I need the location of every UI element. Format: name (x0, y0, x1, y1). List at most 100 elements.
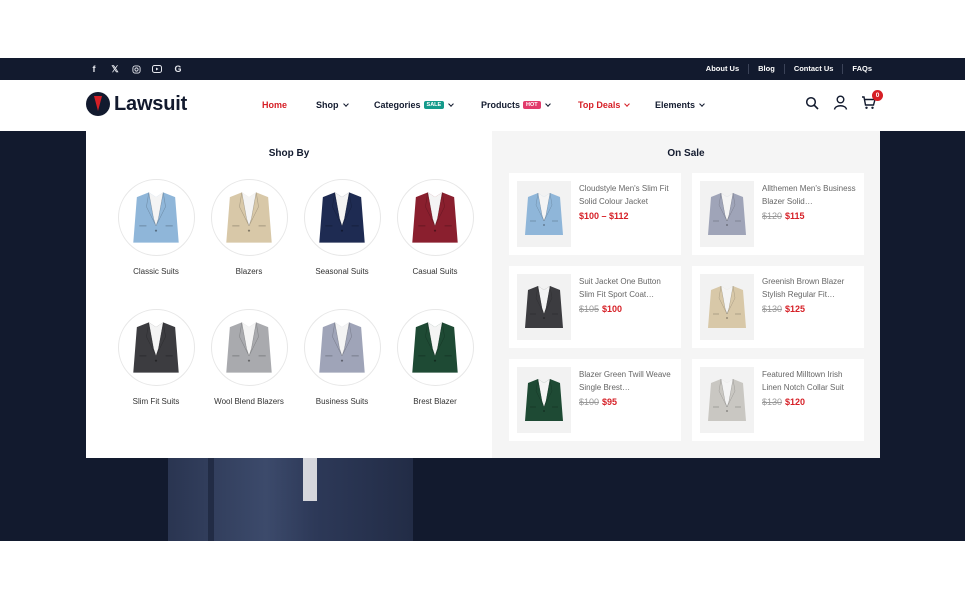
old-price: $120 (762, 211, 783, 221)
product-image[interactable] (700, 367, 754, 433)
category-image (396, 179, 474, 256)
nav-shop[interactable]: Shop (316, 100, 349, 110)
product-price: $100 – $112 (579, 211, 629, 221)
nav-home[interactable]: Home (262, 100, 287, 110)
product-name[interactable]: Cloudstyle Men's Slim Fit Solid Colour J… (579, 182, 675, 208)
sale-price: $100 (602, 304, 623, 314)
product-card[interactable]: Blazer Green Twill Weave Single Brest… $1… (509, 359, 681, 441)
cart-icon[interactable]: 0 (861, 90, 883, 111)
category-label: Brest Blazer (413, 397, 457, 406)
product-card[interactable]: Cloudstyle Men's Slim Fit Solid Colour J… (509, 173, 681, 255)
sale-price: $115 (785, 211, 805, 221)
category-image (396, 309, 474, 386)
product-price: $105 $100 (579, 304, 622, 314)
youtube-icon[interactable] (151, 63, 163, 75)
chevron-down-icon (342, 101, 349, 107)
category-image (210, 309, 288, 386)
category-image (303, 309, 381, 386)
instagram-icon[interactable] (130, 63, 142, 75)
on-sale-title: On Sale (667, 148, 705, 159)
category-image (210, 179, 288, 256)
product-price: $130 $120 (762, 397, 805, 407)
nav-elements-label: Elements (655, 100, 696, 110)
sale-badge: SALE (423, 101, 445, 109)
old-price: $105 (579, 304, 600, 314)
product-card[interactable]: Featured Milltown Irish Linen Notch Coll… (692, 359, 864, 441)
category-item[interactable]: Casual Suits (389, 179, 481, 276)
product-price: $100 $95 (579, 397, 617, 407)
hot-badge: HOT (523, 101, 541, 109)
category-item[interactable]: Business Suits (296, 309, 388, 406)
nav-shop-label: Shop (316, 100, 339, 110)
header-icons: 0 (805, 90, 883, 111)
nav-categories[interactable]: Categories SALE (374, 100, 455, 110)
nav-home-label: Home (262, 100, 288, 110)
product-price: $130 $125 (762, 304, 805, 314)
x-icon[interactable]: 𝕏 (109, 63, 121, 75)
logo-text: Lawsuit (114, 92, 188, 115)
sale-price: $100 – $112 (579, 211, 629, 221)
category-item[interactable]: Seasonal Suits (296, 179, 388, 276)
social-links: f 𝕏 G (88, 58, 184, 80)
product-price: $120 $115 (762, 211, 805, 221)
top-links: About Us Blog Contact Us FAQs (697, 58, 872, 80)
mega-menu: Shop By Classic Suits Blazers Seasonal Sui… (86, 131, 880, 458)
product-card[interactable]: Suit Jacket One Button Slim Fit Sport Co… (509, 266, 681, 348)
logo-mark-icon (86, 92, 110, 116)
google-icon[interactable]: G (172, 63, 184, 75)
category-item[interactable]: Classic Suits (110, 179, 202, 276)
shop-by-title: Shop By (268, 148, 310, 159)
category-item[interactable]: Slim Fit Suits (110, 309, 202, 406)
shop-by-panel: Shop By Classic Suits Blazers Seasonal Sui… (86, 131, 492, 458)
product-name[interactable]: Featured Milltown Irish Linen Notch Coll… (762, 368, 858, 394)
old-price: $100 (579, 397, 600, 407)
chevron-down-icon (699, 101, 705, 107)
faqs-link[interactable]: FAQs (842, 64, 872, 74)
user-icon[interactable] (833, 95, 849, 111)
cart-count-badge: 0 (872, 90, 883, 101)
facebook-icon[interactable]: f (88, 63, 100, 75)
contact-us-link[interactable]: Contact Us (783, 64, 843, 74)
product-name[interactable]: Suit Jacket One Button Slim Fit Sport Co… (579, 275, 675, 301)
product-card[interactable]: Allthemen Men's Business Blazer Solid… $1… (692, 173, 864, 255)
product-image[interactable] (517, 367, 571, 433)
nav-elements[interactable]: Elements (655, 100, 705, 110)
category-label: Seasonal Suits (315, 267, 369, 276)
product-image[interactable] (700, 181, 754, 247)
product-card[interactable]: Greenish Brown Blazer Stylish Regular Fi… (692, 266, 864, 348)
product-image[interactable] (517, 181, 571, 247)
product-name[interactable]: Blazer Green Twill Weave Single Brest… (579, 368, 675, 394)
category-image (303, 179, 381, 256)
product-image[interactable] (517, 274, 571, 340)
sale-price: $95 (602, 397, 618, 407)
sale-price: $120 (785, 397, 806, 407)
nav-products[interactable]: Products HOT (481, 100, 551, 110)
category-label: Slim Fit Suits (132, 397, 180, 406)
product-name[interactable]: Allthemen Men's Business Blazer Solid… (762, 182, 858, 208)
chevron-down-icon (624, 101, 631, 107)
search-icon[interactable] (805, 95, 821, 111)
category-label: Blazers (235, 267, 263, 276)
nav-products-label: Products (481, 100, 521, 110)
about-us-link[interactable]: About Us (697, 64, 748, 74)
on-sale-panel: On Sale Cloudstyle Men's Slim Fit Solid … (492, 131, 880, 458)
chevron-down-icon (544, 101, 551, 107)
category-image (117, 309, 195, 386)
category-item[interactable]: Wool Blend Blazers (203, 309, 295, 406)
category-label: Business Suits (315, 397, 369, 406)
nav-top-deals[interactable]: Top Deals (578, 100, 631, 110)
category-item[interactable]: Blazers (203, 179, 295, 276)
nav-categories-label: Categories (374, 100, 421, 110)
site-logo[interactable]: Lawsuit (86, 92, 187, 116)
blog-link[interactable]: Blog (748, 64, 784, 74)
product-image[interactable] (700, 274, 754, 340)
category-label: Wool Blend Blazers (214, 397, 284, 406)
top-bar: f 𝕏 G About Us Blog Contact Us FAQs (0, 58, 965, 80)
category-label: Classic Suits (133, 267, 179, 276)
product-name[interactable]: Greenish Brown Blazer Stylish Regular Fi… (762, 275, 858, 301)
category-item[interactable]: Brest Blazer (389, 309, 481, 406)
hero-model-image (168, 456, 413, 541)
main-header: Lawsuit Home Shop Categories SALE Produc… (0, 80, 965, 131)
sale-price: $125 (785, 304, 806, 314)
category-label: Casual Suits (412, 267, 458, 276)
